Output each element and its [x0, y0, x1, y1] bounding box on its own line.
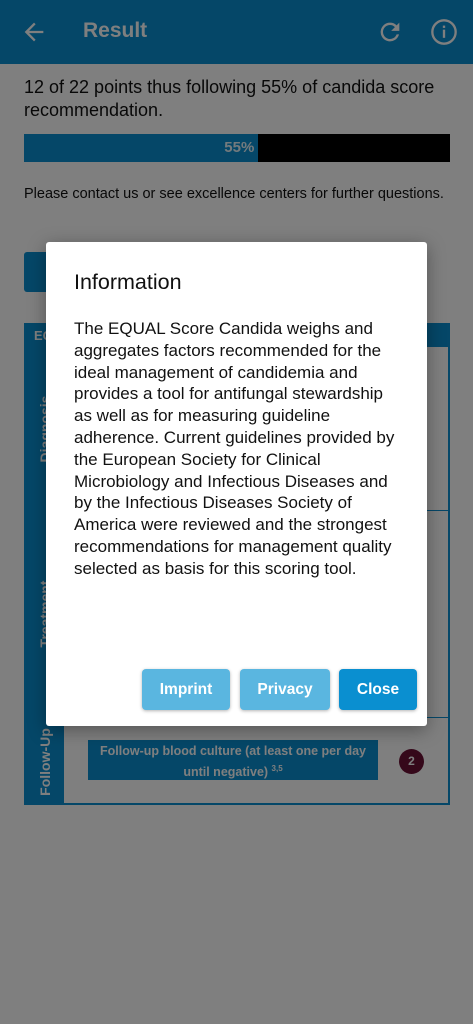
privacy-button[interactable]: Privacy	[240, 669, 330, 710]
imprint-button[interactable]: Imprint	[142, 669, 230, 710]
close-button[interactable]: Close	[339, 669, 417, 710]
dialog-title: Information	[74, 270, 182, 294]
dialog-body: The EQUAL Score Candida weighs and aggre…	[74, 319, 395, 578]
information-dialog: Information The EQUAL Score Candida weig…	[46, 242, 427, 726]
